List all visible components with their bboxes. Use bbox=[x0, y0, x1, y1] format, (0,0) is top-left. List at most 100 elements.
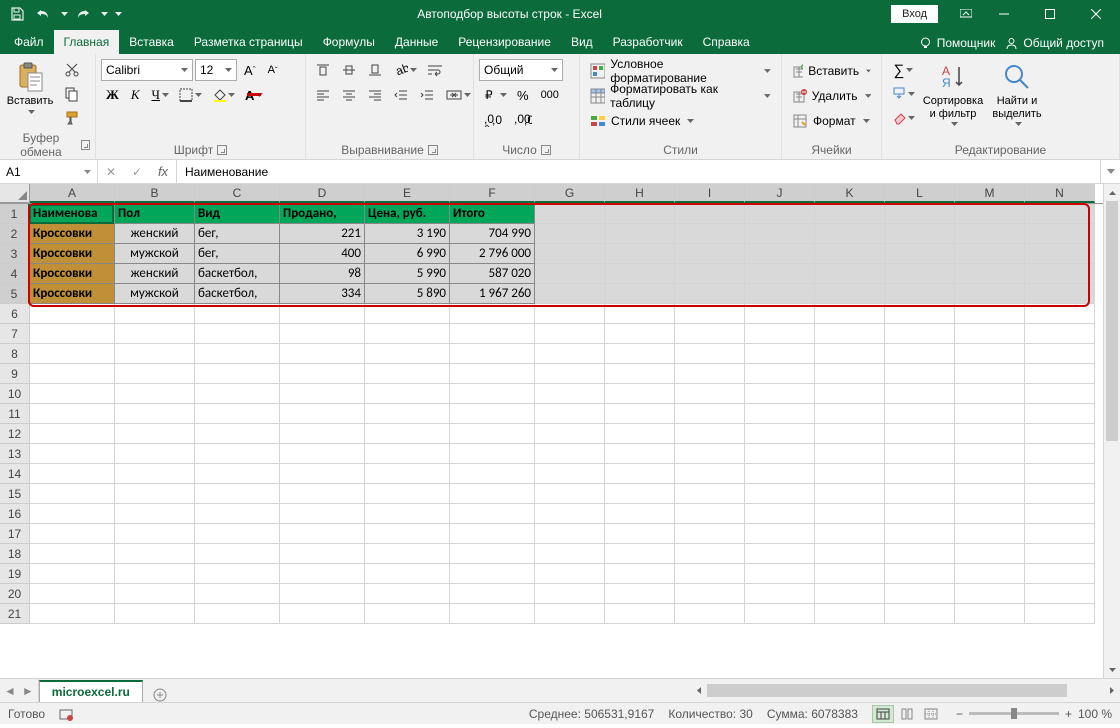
cell[interactable] bbox=[195, 564, 280, 584]
ribbon-display-options-icon[interactable] bbox=[952, 0, 980, 28]
column-header[interactable]: D bbox=[280, 184, 365, 203]
cell[interactable] bbox=[745, 264, 815, 284]
cell[interactable] bbox=[535, 324, 605, 344]
cell[interactable] bbox=[30, 364, 115, 384]
conditional-format-button[interactable]: Условное форматирование bbox=[585, 59, 776, 83]
cell[interactable] bbox=[115, 404, 195, 424]
number-dialog-launcher[interactable] bbox=[541, 145, 551, 155]
tab-вид[interactable]: Вид bbox=[561, 30, 603, 54]
cell[interactable] bbox=[885, 244, 955, 264]
redo-icon[interactable] bbox=[72, 3, 94, 25]
cell[interactable] bbox=[115, 444, 195, 464]
cell[interactable] bbox=[115, 424, 195, 444]
cell[interactable] bbox=[675, 204, 745, 224]
cell[interactable] bbox=[535, 444, 605, 464]
cell[interactable]: мужской bbox=[115, 284, 195, 304]
scroll-down-button[interactable] bbox=[1104, 661, 1120, 678]
fill-color-button[interactable] bbox=[207, 84, 238, 106]
underline-button[interactable]: Ч bbox=[147, 84, 172, 106]
cell[interactable] bbox=[365, 304, 450, 324]
cell[interactable] bbox=[1025, 444, 1095, 464]
cell[interactable] bbox=[815, 424, 885, 444]
horizontal-scrollbar[interactable] bbox=[690, 679, 1120, 702]
cell[interactable] bbox=[535, 364, 605, 384]
enter-formula-button[interactable]: ✓ bbox=[124, 165, 150, 179]
decrease-indent-button[interactable] bbox=[389, 84, 413, 106]
close-button[interactable] bbox=[1074, 0, 1118, 28]
cell[interactable] bbox=[30, 484, 115, 504]
insert-cells-button[interactable]: Вставить bbox=[787, 59, 876, 83]
cell[interactable] bbox=[815, 564, 885, 584]
row-header[interactable]: 4 bbox=[0, 264, 30, 284]
cell[interactable]: 221 bbox=[280, 224, 365, 244]
cell[interactable] bbox=[885, 564, 955, 584]
cell[interactable] bbox=[675, 504, 745, 524]
cell[interactable] bbox=[535, 384, 605, 404]
page-break-view-button[interactable] bbox=[920, 705, 942, 723]
cell[interactable] bbox=[535, 344, 605, 364]
cell[interactable] bbox=[955, 504, 1025, 524]
cell[interactable] bbox=[30, 444, 115, 464]
cell[interactable] bbox=[280, 564, 365, 584]
tab-файл[interactable]: Файл bbox=[4, 30, 54, 54]
font-dialog-launcher[interactable] bbox=[217, 145, 227, 155]
cell[interactable] bbox=[955, 304, 1025, 324]
align-right-button[interactable] bbox=[363, 84, 387, 106]
cell[interactable] bbox=[365, 404, 450, 424]
cell[interactable] bbox=[675, 284, 745, 304]
row-header[interactable]: 15 bbox=[0, 484, 30, 504]
cell[interactable] bbox=[745, 464, 815, 484]
cell[interactable] bbox=[280, 544, 365, 564]
row-header[interactable]: 16 bbox=[0, 504, 30, 524]
cell[interactable] bbox=[115, 384, 195, 404]
tell-me-assist[interactable]: Помощник bbox=[919, 36, 996, 50]
cell[interactable] bbox=[450, 424, 535, 444]
cell[interactable] bbox=[535, 204, 605, 224]
cell[interactable] bbox=[365, 544, 450, 564]
cell[interactable] bbox=[745, 484, 815, 504]
cell[interactable] bbox=[280, 404, 365, 424]
hscroll-thumb[interactable] bbox=[707, 684, 1067, 697]
cell[interactable] bbox=[955, 584, 1025, 604]
bold-button[interactable]: Ж bbox=[101, 84, 124, 106]
cell[interactable] bbox=[745, 604, 815, 624]
column-header[interactable]: N bbox=[1025, 184, 1095, 203]
cell[interactable] bbox=[815, 484, 885, 504]
tab-рецензирование[interactable]: Рецензирование bbox=[448, 30, 561, 54]
cell[interactable] bbox=[1025, 324, 1095, 344]
cell[interactable] bbox=[365, 564, 450, 584]
fill-button[interactable] bbox=[887, 83, 918, 105]
cell[interactable] bbox=[605, 484, 675, 504]
cell[interactable] bbox=[450, 464, 535, 484]
cell[interactable] bbox=[365, 344, 450, 364]
qat-customize[interactable] bbox=[112, 3, 122, 25]
cell[interactable] bbox=[30, 564, 115, 584]
row-header[interactable]: 18 bbox=[0, 544, 30, 564]
tab-формулы[interactable]: Формулы bbox=[313, 30, 385, 54]
cell[interactable] bbox=[675, 524, 745, 544]
cell[interactable] bbox=[605, 544, 675, 564]
cell[interactable]: 704 990 bbox=[450, 224, 535, 244]
column-header[interactable]: K bbox=[815, 184, 885, 203]
cell[interactable] bbox=[605, 264, 675, 284]
cell[interactable] bbox=[815, 584, 885, 604]
cell[interactable] bbox=[885, 264, 955, 284]
cell[interactable] bbox=[815, 304, 885, 324]
cell[interactable] bbox=[675, 304, 745, 324]
vertical-scrollbar[interactable] bbox=[1103, 184, 1120, 678]
cell[interactable] bbox=[115, 464, 195, 484]
cell[interactable]: бег, bbox=[195, 244, 280, 264]
cell[interactable] bbox=[885, 604, 955, 624]
cell[interactable] bbox=[745, 424, 815, 444]
cell[interactable] bbox=[535, 524, 605, 544]
percent-button[interactable]: % bbox=[512, 84, 534, 106]
find-select-button[interactable]: Найти и выделить bbox=[988, 59, 1046, 141]
zoom-slider[interactable] bbox=[969, 712, 1059, 715]
cell[interactable] bbox=[745, 204, 815, 224]
cell[interactable] bbox=[450, 384, 535, 404]
cell[interactable] bbox=[1025, 304, 1095, 324]
cell[interactable]: 1 967 260 bbox=[450, 284, 535, 304]
tab-разметка страницы[interactable]: Разметка страницы bbox=[184, 30, 313, 54]
select-all-corner[interactable] bbox=[0, 184, 30, 203]
cell[interactable] bbox=[605, 424, 675, 444]
